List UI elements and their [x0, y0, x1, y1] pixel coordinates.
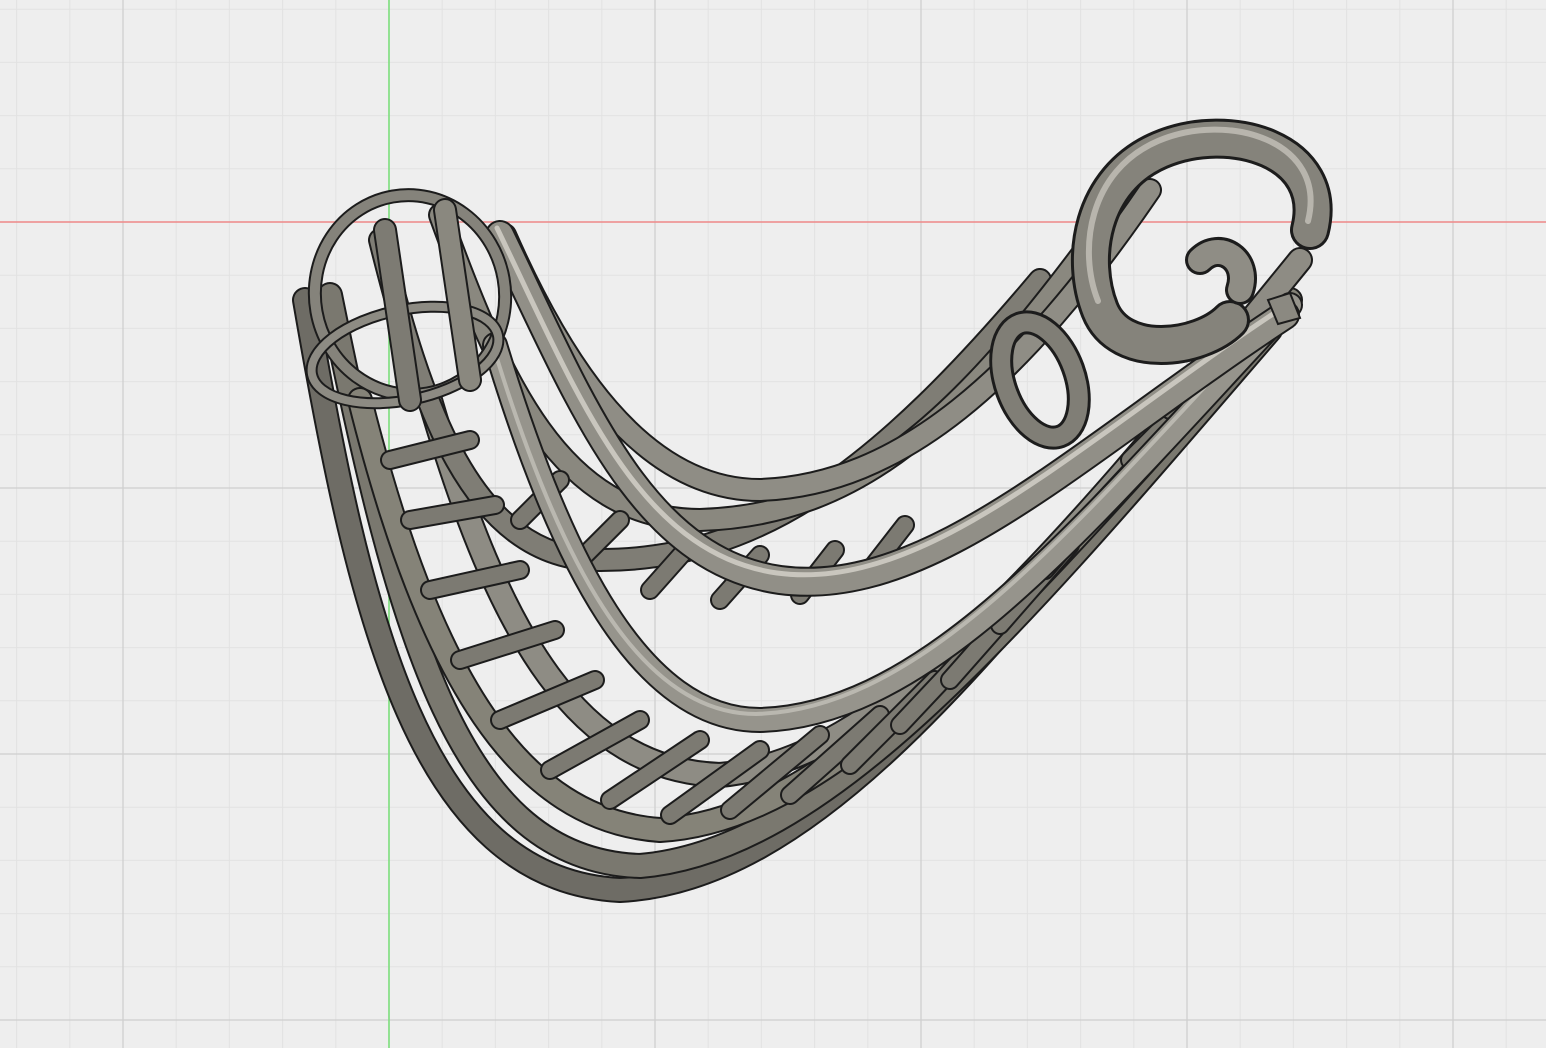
viewport-canvas[interactable] [0, 0, 1546, 1048]
front-rods [482, 220, 1303, 733]
3d-viewport[interactable] [0, 0, 1546, 1048]
ring [992, 313, 1088, 447]
ring-rod [435, 200, 480, 390]
wire-basket-model[interactable] [292, 118, 1333, 903]
